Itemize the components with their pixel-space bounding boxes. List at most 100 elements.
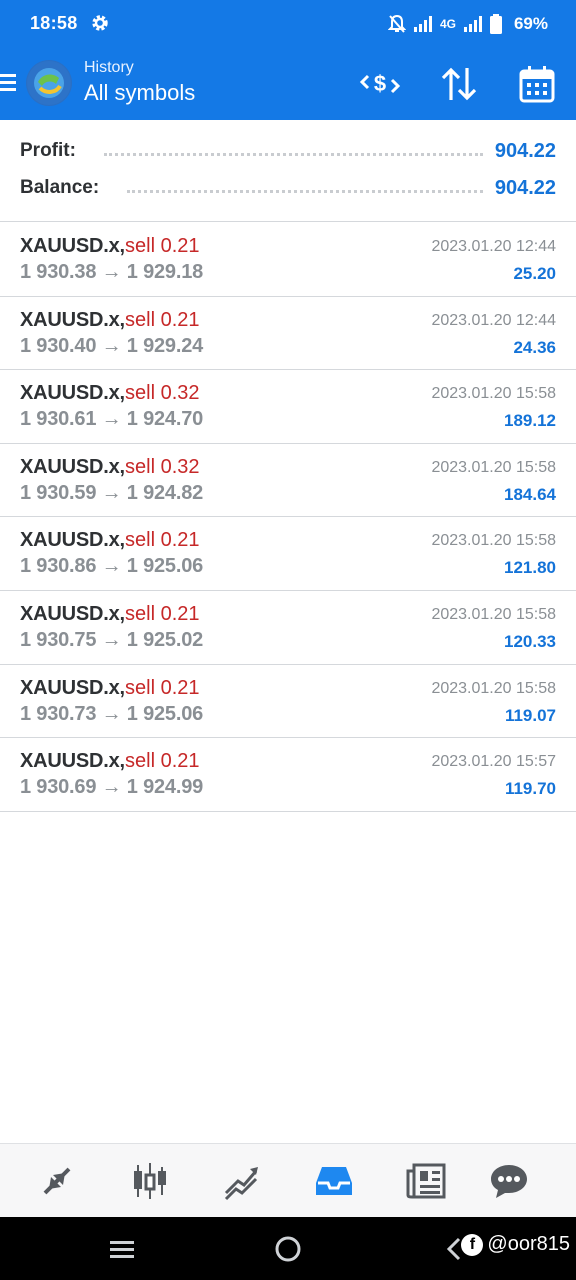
arrow-icon: → <box>101 628 122 651</box>
sort-icon[interactable] <box>437 64 481 104</box>
network-type: 4G <box>439 17 456 31</box>
close-price: 1 924.82 <box>126 481 204 504</box>
signal-icon <box>413 16 432 32</box>
open-price: 1 930.61 <box>20 408 97 431</box>
deal-row[interactable]: XAUUSD.x, sell 0.21 1 930.73 → 1 925.06 … <box>0 665 576 739</box>
quotes-icon[interactable] <box>33 1157 81 1205</box>
arrow-icon: → <box>101 776 122 799</box>
deal-time: 2023.01.20 15:58 <box>431 458 556 476</box>
system-nav-bar: f @oor815 <box>0 1217 576 1280</box>
close-price: 1 929.18 <box>126 261 204 283</box>
svg-text:$: $ <box>374 71 386 96</box>
deal-list: XAUUSD.x, sell 0.21 1 930.38 → 1 929.18 … <box>0 223 576 812</box>
deal-symbol: XAUUSD.x, <box>20 602 125 625</box>
deal-time: 2023.01.20 15:57 <box>431 753 556 771</box>
open-price: 1 930.86 <box>20 555 97 578</box>
deal-row[interactable]: XAUUSD.x, sell 0.21 1 930.86 → 1 925.06 … <box>0 517 576 591</box>
status-time: 18:58 <box>30 13 78 33</box>
deal-type: sell 0.32 <box>125 382 200 405</box>
deal-symbol: XAUUSD.x, <box>20 235 125 257</box>
arrow-icon: → <box>101 261 122 283</box>
chart-icon[interactable] <box>126 1157 174 1205</box>
title-block[interactable]: History All symbols <box>84 58 195 108</box>
deal-row[interactable]: XAUUSD.x, sell 0.32 1 930.59 → 1 924.82 … <box>0 444 576 518</box>
close-price: 1 925.02 <box>126 628 204 651</box>
deal-time: 2023.01.20 15:58 <box>431 679 556 697</box>
page-subtitle: History <box>84 59 134 76</box>
dotted-leader <box>103 152 483 156</box>
deal-profit: 119.07 <box>504 705 556 725</box>
trade-icon[interactable] <box>218 1157 266 1205</box>
deal-prices: 1 930.69 → 1 924.99 <box>20 776 203 799</box>
deal-type: sell 0.21 <box>125 750 200 773</box>
deal-type: sell 0.21 <box>125 529 200 552</box>
arrow-icon: → <box>101 702 122 725</box>
settings-gear-icon <box>90 13 110 33</box>
balance-value: 904.22 <box>494 176 556 199</box>
watermark: f @oor815 <box>461 1233 570 1256</box>
deal-row[interactable]: XAUUSD.x, sell 0.32 1 930.61 → 1 924.70 … <box>0 370 576 444</box>
deal-profit: 24.36 <box>513 337 556 357</box>
deal-symbol: XAUUSD.x, <box>20 529 125 552</box>
deal-row[interactable]: XAUUSD.x, sell 0.21 1 930.75 → 1 925.02 … <box>0 591 576 665</box>
deal-type: sell 0.21 <box>125 676 200 699</box>
deposit-withdraw-icon[interactable]: $ <box>358 64 402 104</box>
app-bar: History All symbols $ <box>0 48 576 120</box>
recents-icon[interactable] <box>106 1233 138 1265</box>
history-icon[interactable] <box>310 1157 358 1205</box>
deal-profit: 184.64 <box>504 484 556 504</box>
dotted-leader <box>127 189 483 193</box>
deal-prices: 1 930.61 → 1 924.70 <box>20 408 203 431</box>
deal-type: sell 0.21 <box>125 308 200 331</box>
deal-symbol: XAUUSD.x, <box>20 750 125 773</box>
bottom-nav <box>0 1143 576 1217</box>
deal-profit: 119.70 <box>504 779 556 799</box>
deal-symbol: XAUUSD.x, <box>20 455 125 478</box>
deal-time: 2023.01.20 15:58 <box>431 385 556 403</box>
news-icon[interactable] <box>402 1157 450 1205</box>
profit-row: Profit: 904.22 <box>20 136 556 166</box>
app-logo-icon[interactable] <box>26 60 72 106</box>
deal-prices: 1 930.59 → 1 924.82 <box>20 482 203 505</box>
arrow-icon: → <box>101 481 122 504</box>
close-price: 1 925.06 <box>126 555 204 578</box>
deal-row[interactable]: XAUUSD.x, sell 0.21 1 930.40 → 1 929.24 … <box>0 297 576 371</box>
close-price: 1 925.06 <box>126 702 204 725</box>
deal-prices: 1 930.73 → 1 925.06 <box>20 703 203 726</box>
account-summary: Profit: 904.22 Balance: 904.22 <box>0 120 576 222</box>
status-indicators: 4G 69% <box>387 12 548 36</box>
mute-bell-icon <box>387 14 406 34</box>
deal-symbol: XAUUSD.x, <box>20 676 125 699</box>
calendar-icon[interactable] <box>515 64 559 104</box>
open-price: 1 930.73 <box>20 702 97 725</box>
arrow-icon: → <box>101 555 122 578</box>
deal-row[interactable]: XAUUSD.x, sell 0.21 1 930.38 → 1 929.18 … <box>0 223 576 297</box>
deal-row[interactable]: XAUUSD.x, sell 0.21 1 930.69 → 1 924.99 … <box>0 738 576 812</box>
app-header: 18:58 4G 69% History All symbols $ <box>0 0 576 120</box>
home-icon[interactable] <box>272 1233 304 1265</box>
deal-symbol: XAUUSD.x, <box>20 308 125 331</box>
profit-value: 904.22 <box>494 139 556 162</box>
status-bar: 18:58 4G 69% <box>0 0 576 48</box>
open-price: 1 930.59 <box>20 481 97 504</box>
menu-icon[interactable] <box>0 72 16 94</box>
close-price: 1 924.99 <box>126 776 204 799</box>
arrow-icon: → <box>101 408 122 431</box>
deal-time: 2023.01.20 15:58 <box>431 605 556 623</box>
deal-symbol: XAUUSD.x, <box>20 382 125 405</box>
chat-icon[interactable] <box>485 1157 533 1205</box>
deal-profit: 189.12 <box>504 411 556 431</box>
balance-row: Balance: 904.22 <box>20 173 556 203</box>
open-price: 1 930.40 <box>20 334 97 357</box>
deal-time: 2023.01.20 12:44 <box>431 311 556 329</box>
deal-profit: 120.33 <box>504 631 556 651</box>
arrow-icon: → <box>101 334 122 357</box>
open-price: 1 930.69 <box>20 776 97 799</box>
deal-profit: 25.20 <box>513 264 556 283</box>
battery-icon <box>489 14 502 34</box>
watermark-handle: @oor815 <box>487 1233 570 1255</box>
page-title: All symbols <box>84 80 196 105</box>
open-price: 1 930.38 <box>20 261 97 283</box>
deal-type: sell 0.21 <box>125 235 200 257</box>
close-price: 1 924.70 <box>126 408 204 431</box>
